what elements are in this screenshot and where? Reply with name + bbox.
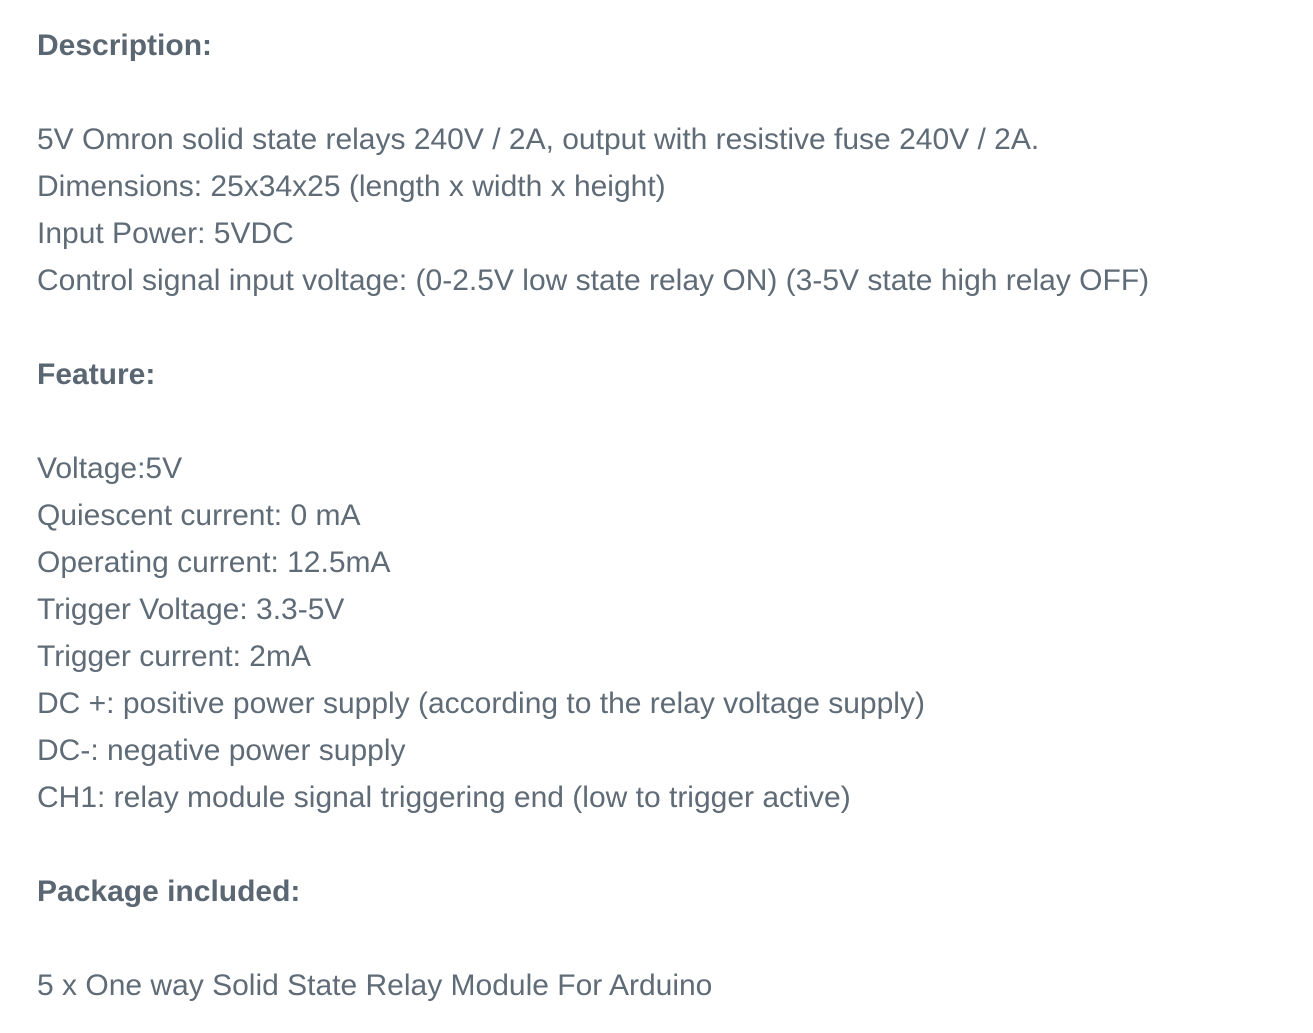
description-line: Input Power: 5VDC [37, 217, 294, 250]
feature-line: DC +: positive power supply (according t… [37, 687, 925, 720]
package-heading: Package included: [37, 875, 301, 908]
feature-line: Quiescent current: 0 mA [37, 499, 361, 532]
product-details: Description: 5V Omron solid state relays… [37, 22, 1287, 1009]
feature-line: Voltage:5V [37, 452, 183, 485]
feature-line: Trigger current: 2mA [37, 640, 311, 673]
description-line: 5V Omron solid state relays 240V / 2A, o… [37, 123, 1040, 156]
package-line: 5 x One way Solid State Relay Module For… [37, 969, 713, 1002]
feature-line: CH1: relay module signal triggering end … [37, 781, 851, 814]
feature-heading: Feature: [37, 358, 156, 391]
feature-line: Trigger Voltage: 3.3-5V [37, 593, 345, 626]
description-heading: Description: [37, 29, 213, 62]
feature-line: Operating current: 12.5mA [37, 546, 391, 579]
description-line: Dimensions: 25x34x25 (length x width x h… [37, 170, 666, 203]
description-line: Control signal input voltage: (0-2.5V lo… [37, 264, 1150, 297]
feature-line: DC-: negative power supply [37, 734, 406, 767]
